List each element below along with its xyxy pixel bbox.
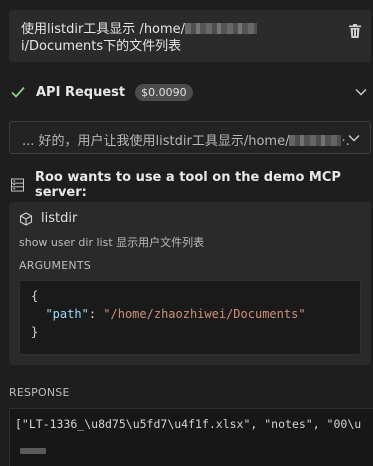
reasoning-text-start: ... 好的，用户让我使用listdir工具显示/home/ <box>22 134 290 149</box>
response-output[interactable]: ["LT-1336_\u8d75\u5fd7\u4f1f.xlsx", "not… <box>9 408 373 466</box>
task-text-start: 使用listdir工具显示 /home/ <box>21 22 186 37</box>
tool-name: listdir <box>41 211 78 226</box>
task-text-end: i/Documents下的文件列表 <box>21 39 182 54</box>
cost-badge: $0.0090 <box>135 83 193 101</box>
tool-card: listdir show user dir list 显示用户文件列表 ARGU… <box>9 202 371 365</box>
api-request-row[interactable]: API Request $0.0090 <box>9 80 371 104</box>
arguments-code[interactable]: { "path": "/home/zhaozhiwei/Documents" } <box>19 280 361 355</box>
task-message: 使用listdir工具显示 /home/i/Documents下的文件列表 <box>9 10 371 62</box>
mcp-request-title: Roo wants to use a tool on the demo MCP … <box>34 170 341 200</box>
mcp-request-header: Roo wants to use a tool on the demo MCP … <box>9 170 371 200</box>
redacted-text <box>289 135 342 146</box>
chevron-down-icon[interactable] <box>355 86 367 98</box>
json-key: "path" <box>45 307 89 321</box>
trash-icon[interactable] <box>349 24 361 38</box>
tool-name-row: listdir <box>19 211 77 226</box>
api-request-label: API Request <box>36 84 126 100</box>
code-open-brace: { <box>31 289 39 303</box>
tool-description: show user dir list 显示用户文件列表 <box>19 236 205 249</box>
json-colon: : <box>88 307 104 321</box>
redacted-text <box>185 23 258 34</box>
json-value: "/home/zhaozhiwei/Documents" <box>103 307 306 321</box>
horizontal-scrollbar[interactable] <box>20 448 46 454</box>
server-icon <box>11 178 24 192</box>
arguments-label: ARGUMENTS <box>19 259 91 272</box>
code-close-brace: } <box>31 325 39 339</box>
response-text: ["LT-1336_\u8d75\u5fd7\u4f1f.xlsx", "not… <box>15 417 362 431</box>
cube-icon <box>19 211 33 226</box>
code-path-line: "path": "/home/zhaozhiwei/Documents" <box>31 305 360 323</box>
check-icon <box>11 86 25 98</box>
response-label: RESPONSE <box>9 386 70 399</box>
reasoning-collapsed[interactable]: ... 好的，用户让我使用listdir工具显示/home/·. <box>9 121 371 154</box>
chevron-down-icon[interactable] <box>348 132 360 144</box>
